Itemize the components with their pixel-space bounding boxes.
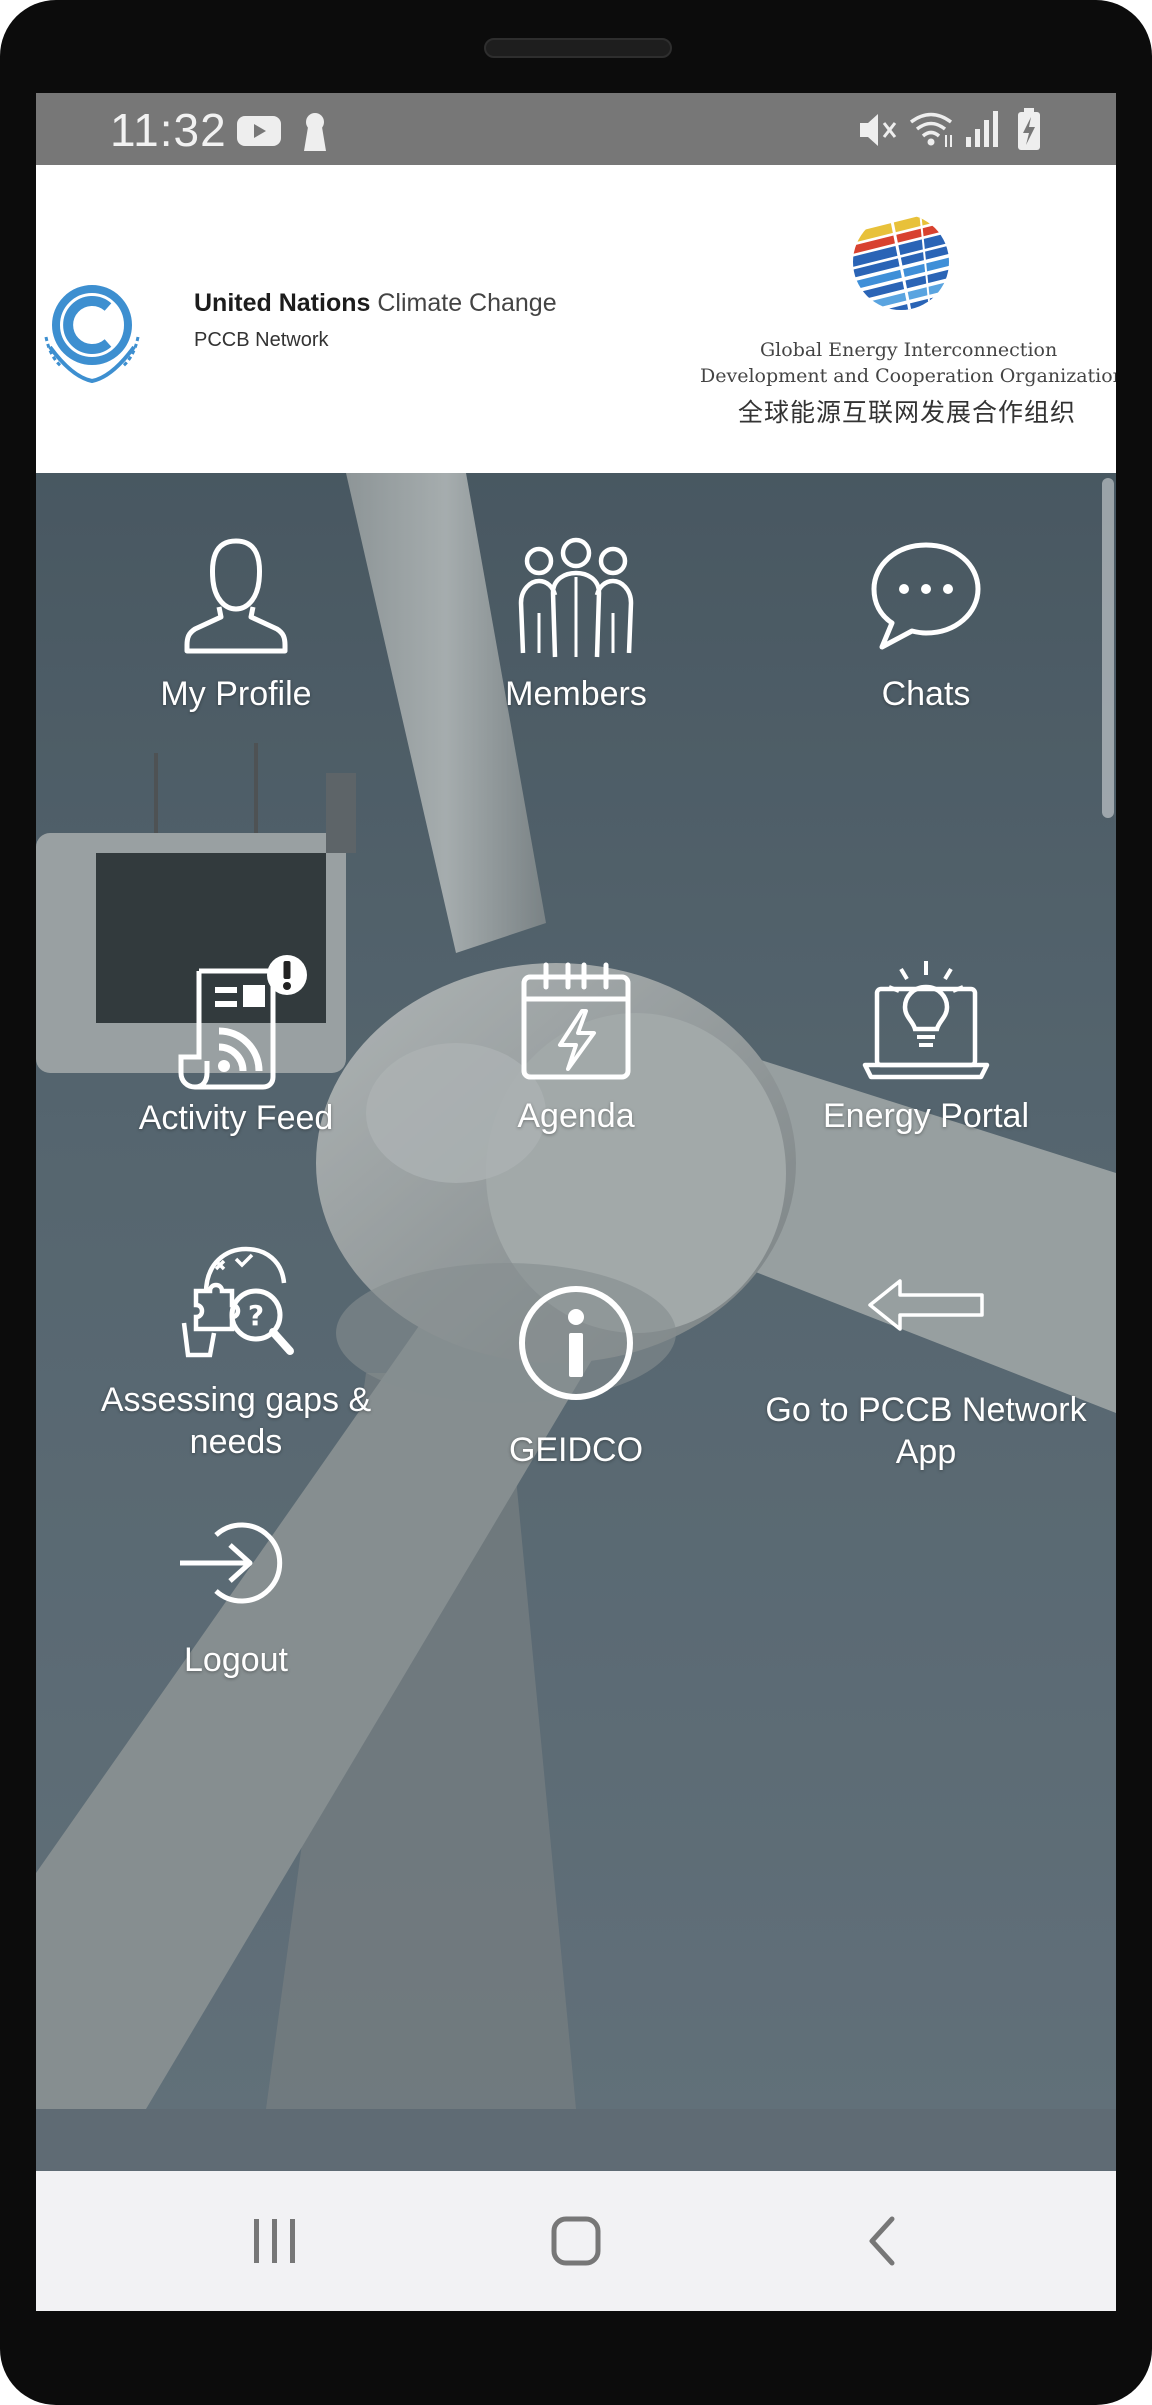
user-profile-icon [184, 538, 288, 654]
un-title-light: Climate Change [377, 289, 557, 317]
menu-agenda[interactable]: Agenda [436, 961, 716, 1137]
menu-my-profile[interactable]: My Profile [76, 533, 396, 715]
menu-assessing-gaps-line1: Assessing gaps & [100, 1381, 372, 1419]
assessing-gaps-puzzle-magnifier-icon: ? [181, 1246, 294, 1358]
energy-portal-laptop-bulb-icon [862, 961, 990, 1080]
scrollbar[interactable] [1102, 478, 1114, 818]
menu-go-to-pccb-line2: App [895, 1433, 957, 1471]
menu-agenda-label: Agenda [517, 1097, 635, 1135]
svg-text:?: ? [248, 1299, 264, 1332]
calendar-agenda-icon [521, 962, 631, 1080]
un-title: United Nations Climate Change [194, 289, 557, 318]
status-time: 11:32 [110, 104, 227, 156]
geidco-name-chinese: 全球能源互联网发展合作组织 [738, 399, 1077, 427]
menu-geidco[interactable]: GEIDCO [436, 1283, 716, 1471]
device-frame: 11:32 United Nations Climate Change PCCB… [0, 0, 1152, 2405]
menu-logout[interactable]: Logout [76, 1513, 396, 1681]
arrow-left-icon [868, 1279, 984, 1331]
menu-energy-portal-label: Energy Portal [823, 1097, 1029, 1135]
menu-go-to-pccb-label: Go to PCCB Network App [756, 1389, 1096, 1473]
logout-icon [180, 1522, 283, 1604]
chat-bubble-icon [871, 542, 981, 650]
menu-activity-feed-label: Activity Feed [138, 1099, 334, 1137]
menu-assessing-gaps-label: Assessing gaps & needs [56, 1379, 416, 1463]
status-bar: 11:32 [36, 93, 1116, 165]
back-icon[interactable] [862, 2211, 902, 2271]
youtube-icon [237, 116, 281, 146]
geidco-name-line1: Global Energy Interconnection [760, 339, 1058, 361]
battery-charging-icon [1018, 108, 1040, 150]
logo-header: United Nations Climate Change PCCB Netwo… [36, 165, 1116, 473]
un-subtitle: PCCB Network [194, 329, 329, 351]
menu-go-to-pccb[interactable]: Go to PCCB Network App [756, 1275, 1096, 1473]
menu-go-to-pccb-line1: Go to PCCB Network [765, 1391, 1087, 1429]
menu-members[interactable]: Members [436, 533, 716, 715]
home-icon[interactable] [548, 2211, 604, 2271]
recent-apps-icon[interactable] [250, 2211, 300, 2271]
signal-icon [966, 111, 998, 147]
menu-my-profile-label: My Profile [160, 675, 312, 713]
geidco-globe-logo [853, 214, 949, 310]
screen: 11:32 United Nations Climate Change PCCB… [36, 93, 1116, 2311]
menu-geidco-label: GEIDCO [508, 1431, 644, 1469]
members-group-icon [518, 537, 634, 658]
menu-chats[interactable]: Chats [776, 533, 1076, 715]
menu-energy-portal[interactable]: Energy Portal [776, 959, 1076, 1137]
menu-assessing-gaps[interactable]: ? Assessing gaps & needs [56, 1243, 416, 1463]
menu-members-label: Members [505, 675, 647, 713]
un-climate-emblem [44, 285, 140, 384]
geidco-name-line2: Development and Cooperation Organization [700, 365, 1116, 387]
menu-chats-label: Chats [881, 675, 971, 713]
un-title-bold: United Nations [194, 289, 371, 317]
keyhole-icon [304, 113, 326, 151]
menu-logout-label: Logout [184, 1641, 288, 1679]
speaker-grille [484, 38, 672, 58]
wifi-icon [909, 112, 953, 147]
menu-assessing-gaps-line2: needs [189, 1423, 283, 1461]
system-nav-bar [36, 2171, 1116, 2311]
info-icon [519, 1286, 633, 1400]
activity-feed-icon [178, 955, 307, 1090]
mute-icon [860, 114, 897, 146]
menu-activity-feed[interactable]: Activity Feed [76, 953, 396, 1139]
